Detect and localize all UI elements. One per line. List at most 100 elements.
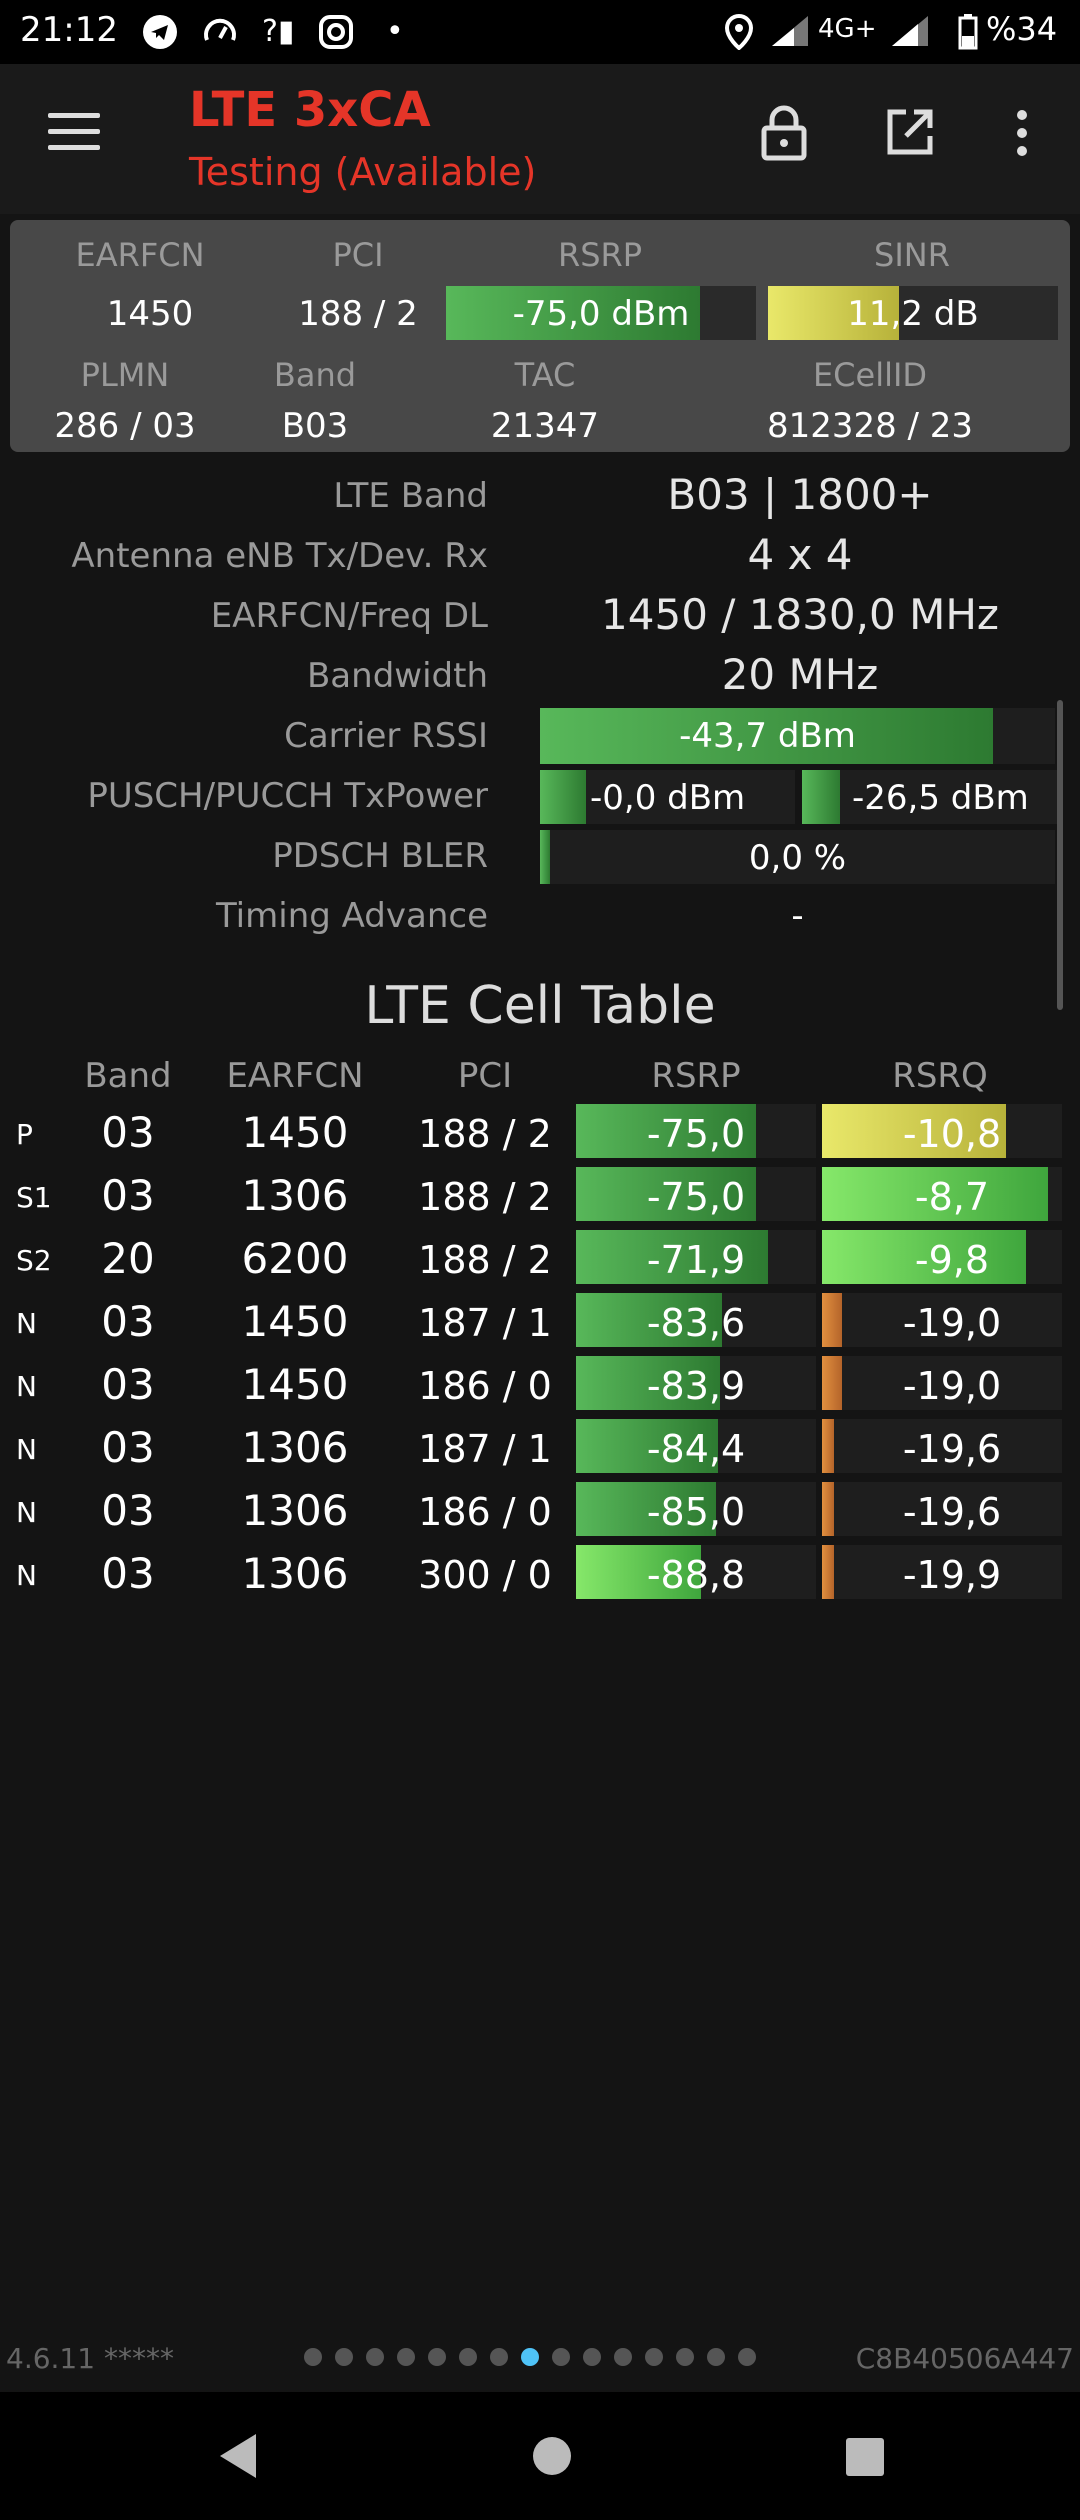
instagram-icon (318, 14, 354, 58)
rsrp-cell-value: -75,0 (646, 1175, 746, 1219)
col-pci-header: PCI (457, 1056, 513, 1096)
row-pci: 187 / 1 (418, 1427, 552, 1471)
row-band: 03 (101, 1297, 155, 1346)
row-pci: 188 / 2 (418, 1238, 552, 1282)
row-type: N (16, 1307, 37, 1340)
battery-level: %34 (986, 10, 1058, 48)
app-title: LTE 3xCA (189, 82, 431, 138)
more-options-icon[interactable] (1012, 108, 1032, 162)
ecellid-value: 812328 / 23 (766, 406, 974, 446)
row-pci: 187 / 1 (418, 1301, 552, 1345)
rsrq-cell-bar-fill (822, 1356, 842, 1410)
lte-band-label: LTE Band (333, 476, 488, 516)
plmn-value: 286 / 03 (54, 406, 196, 446)
row-band: 03 (101, 1108, 155, 1157)
lte-band-value: B03 | 1800+ (667, 470, 933, 519)
earfcn-freq-label: EARFCN/Freq DL (210, 596, 488, 636)
rsrq-cell-value: -19,0 (902, 1364, 1002, 1408)
pucch-value: -26,5 dBm (852, 778, 1029, 818)
notification-dot-icon: • (386, 14, 404, 49)
timing-advance-label: Timing Advance (215, 896, 488, 936)
telegram-icon (142, 14, 178, 58)
row-earfcn: 1306 (241, 1549, 349, 1598)
row-earfcn: 6200 (241, 1234, 349, 1283)
app-subtitle: Testing (Available) (189, 150, 537, 194)
row-band: 03 (101, 1360, 155, 1409)
row-earfcn: 1306 (241, 1171, 349, 1220)
rsrp-cell-value: -75,0 (646, 1112, 746, 1156)
rsrq-cell-bar-fill (822, 1482, 834, 1536)
col-rsrq-header: RSRQ (892, 1056, 988, 1096)
pucch-bar-fill (802, 770, 841, 824)
rsrq-cell-value: -19,6 (902, 1490, 1002, 1534)
speed-icon (202, 14, 238, 58)
ecellid-header: ECellID (812, 356, 928, 394)
bler-label: PDSCH BLER (272, 836, 488, 876)
row-pci: 300 / 0 (418, 1553, 552, 1597)
tac-header: TAC (514, 356, 576, 394)
row-type: N (16, 1559, 37, 1592)
status-bar: 21:12 ?▮ • 4G+ %34 (0, 0, 1080, 64)
battery-icon (958, 14, 978, 58)
row-band: 03 (101, 1486, 155, 1535)
rsrq-cell-value: -8,7 (914, 1175, 990, 1219)
back-icon[interactable] (216, 2432, 260, 2484)
rsrp-cell-value: -88,8 (646, 1553, 746, 1597)
row-type: N (16, 1433, 37, 1466)
cell-signal-icon-1 (770, 14, 810, 56)
row-earfcn: 1450 (241, 1297, 349, 1346)
row-earfcn: 1306 (241, 1486, 349, 1535)
bandwidth-value: 20 MHz (721, 650, 879, 699)
rsrp-cell-value: -71,9 (646, 1238, 746, 1282)
home-icon[interactable] (532, 2436, 572, 2480)
app-version: 4.6.11 ***** (6, 2342, 174, 2375)
earfcn-header: EARFCN (75, 236, 205, 274)
status-time: 21:12 (20, 10, 118, 50)
rsrp-cell-value: -85,0 (646, 1490, 746, 1534)
rsrq-cell-bar-fill (822, 1545, 834, 1599)
row-band: 20 (101, 1234, 155, 1283)
sinr-header: SINR (874, 236, 950, 274)
lock-icon[interactable] (760, 104, 808, 166)
band-header: Band (273, 356, 357, 394)
cell-table-title: LTE Cell Table (364, 976, 716, 1036)
carrier-rssi-label: Carrier RSSI (284, 716, 488, 756)
row-band: 03 (101, 1171, 155, 1220)
earfcn-value: 1450 (106, 294, 194, 334)
antenna-label: Antenna eNB Tx/Dev. Rx (71, 536, 488, 576)
col-earfcn-header: EARFCN (226, 1056, 364, 1096)
device-id: C8B40506A447 (855, 2342, 1074, 2375)
row-type: S1 (16, 1181, 52, 1214)
antenna-value: 4 x 4 (747, 530, 853, 579)
row-earfcn: 1450 (241, 1108, 349, 1157)
row-type: N (16, 1496, 37, 1529)
row-pci: 186 / 0 (418, 1490, 552, 1534)
row-type: S2 (16, 1244, 52, 1277)
details-scrollbar[interactable] (1057, 700, 1063, 1010)
rsrp-cell-value: -83,9 (646, 1364, 746, 1408)
sinr-value: 11,2 dB (847, 294, 979, 334)
bler-value: 0,0 % (748, 838, 847, 878)
page-indicator[interactable] (304, 2348, 769, 2370)
open-external-icon[interactable] (884, 106, 936, 162)
rssi-value: -43,7 dBm (679, 716, 856, 756)
earfcn-freq-value: 1450 / 1830,0 MHz (601, 590, 999, 639)
pci-value: 188 / 2 (298, 294, 418, 334)
col-rsrp-header: RSRP (651, 1056, 741, 1096)
rsrq-cell-value: -19,0 (902, 1301, 1002, 1345)
row-earfcn: 1306 (241, 1423, 349, 1472)
row-pci: 188 / 2 (418, 1112, 552, 1156)
menu-icon[interactable] (48, 113, 100, 151)
row-earfcn: 1450 (241, 1360, 349, 1409)
row-pci: 186 / 0 (418, 1364, 552, 1408)
row-band: 03 (101, 1423, 155, 1472)
plmn-header: PLMN (80, 356, 170, 394)
row-type: P (16, 1118, 33, 1151)
rsrq-cell-bar-fill (822, 1293, 842, 1347)
pusch-bar-fill (540, 770, 586, 824)
network-type: 4G+ (818, 14, 877, 44)
rsrp-cell-value: -83,6 (646, 1301, 746, 1345)
row-type: N (16, 1370, 37, 1403)
txpower-label: PUSCH/PUCCH TxPower (87, 776, 488, 816)
recents-icon[interactable] (846, 2438, 884, 2480)
